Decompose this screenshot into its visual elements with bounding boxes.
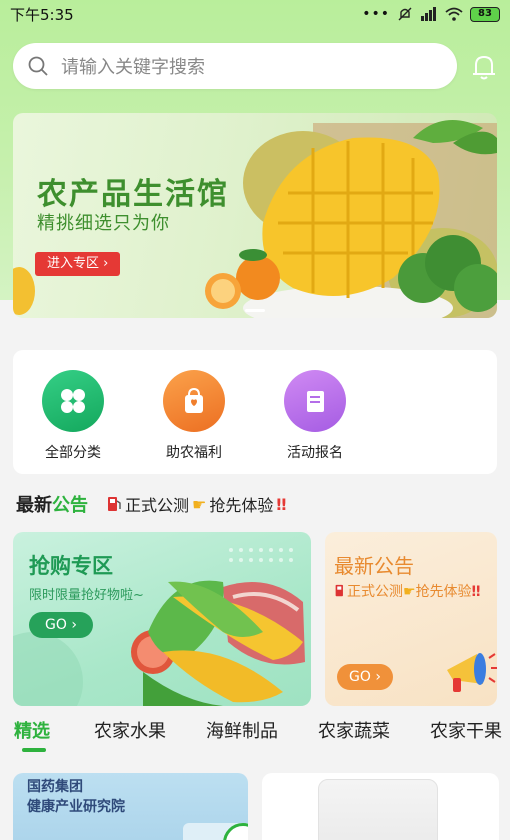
banner-indicator: [245, 309, 265, 312]
fuel-pump-icon: [335, 584, 343, 597]
category-label: 助农福利: [166, 445, 222, 461]
megaphone-icon: [447, 653, 497, 692]
pointing-hand-icon: ☛: [403, 584, 416, 600]
tab-featured[interactable]: 精选: [14, 717, 50, 743]
double-exclamation-icon: ‼: [471, 584, 481, 600]
category-tabs: 精选 农家水果 海鲜制品 农家蔬菜 农家干果: [0, 712, 510, 752]
grid-icon: [61, 389, 85, 413]
gift-bag-icon: [185, 387, 203, 413]
more-dots-icon: •••: [362, 6, 390, 22]
enter-zone-button[interactable]: 进入专区 ›: [35, 252, 121, 276]
battery-indicator: 83: [470, 6, 500, 22]
notice-text: 正式公测 ☛ 抢先体验 ‼: [106, 492, 286, 516]
category-label: 全部分类: [45, 445, 101, 461]
announcement-go-button[interactable]: GO ›: [337, 664, 393, 690]
tab-active-indicator: [22, 748, 46, 752]
notice-bar[interactable]: 最新公告 正式公测 ☛ 抢先体验 ‼: [16, 490, 496, 518]
category-signup[interactable]: 活动报名: [265, 370, 365, 462]
product-card[interactable]: 国药集团 健康产业研究院: [13, 773, 248, 840]
form-icon: [307, 391, 324, 412]
search-icon: [28, 56, 48, 76]
product-card[interactable]: [262, 773, 499, 840]
bell-icon[interactable]: [470, 52, 498, 82]
product-image: [318, 779, 438, 840]
tab-fruits[interactable]: 农家水果: [94, 717, 166, 743]
flash-sale-go-button[interactable]: GO ›: [29, 612, 93, 638]
mute-icon: [398, 7, 412, 21]
tab-vegetables[interactable]: 农家蔬菜: [318, 717, 390, 743]
wifi-icon: [445, 7, 463, 21]
announcement-title: 最新公告: [334, 554, 414, 578]
status-time: 下午5:35: [10, 5, 74, 24]
status-bar: 下午5:35 ••• 83: [0, 0, 510, 28]
category-all[interactable]: 全部分类: [23, 370, 123, 462]
tab-dried-fruits[interactable]: 农家干果: [430, 717, 502, 743]
notice-brand: 最新公告: [16, 495, 88, 516]
category-card: 全部分类 助农福利 活动报名: [13, 350, 497, 474]
product-title: 国药集团 健康产业研究院: [27, 779, 125, 815]
fuel-pump-icon: [108, 497, 121, 511]
tab-seafood[interactable]: 海鲜制品: [206, 717, 278, 743]
category-label: 活动报名: [287, 445, 343, 461]
search-input[interactable]: 请输入关键字搜索: [13, 43, 457, 89]
category-welfare[interactable]: 助农福利: [144, 370, 244, 462]
double-exclamation-icon: ‼: [276, 494, 287, 514]
banner-subtitle: 精挑细选只为你: [37, 213, 170, 234]
flash-sale-subtitle: 限时限量抢好物啦~: [29, 588, 144, 603]
pointing-hand-icon: ☛: [192, 494, 207, 514]
announcement-card[interactable]: 最新公告 正式公测☛抢先体验‼ GO ›: [325, 532, 497, 706]
flash-sale-card[interactable]: 抢购专区 限时限量抢好物啦~ GO ›: [13, 532, 311, 706]
signal-icon: [421, 7, 436, 21]
hero-banner[interactable]: 农产品生活馆 精挑细选只为你 进入专区 ›: [13, 113, 497, 318]
flash-sale-title: 抢购专区: [29, 554, 113, 578]
banner-title: 农产品生活馆: [37, 177, 229, 212]
status-icons: ••• 83: [362, 6, 500, 22]
search-placeholder: 请输入关键字搜索: [61, 57, 205, 78]
announcement-text: 正式公测☛抢先体验‼: [334, 582, 492, 602]
